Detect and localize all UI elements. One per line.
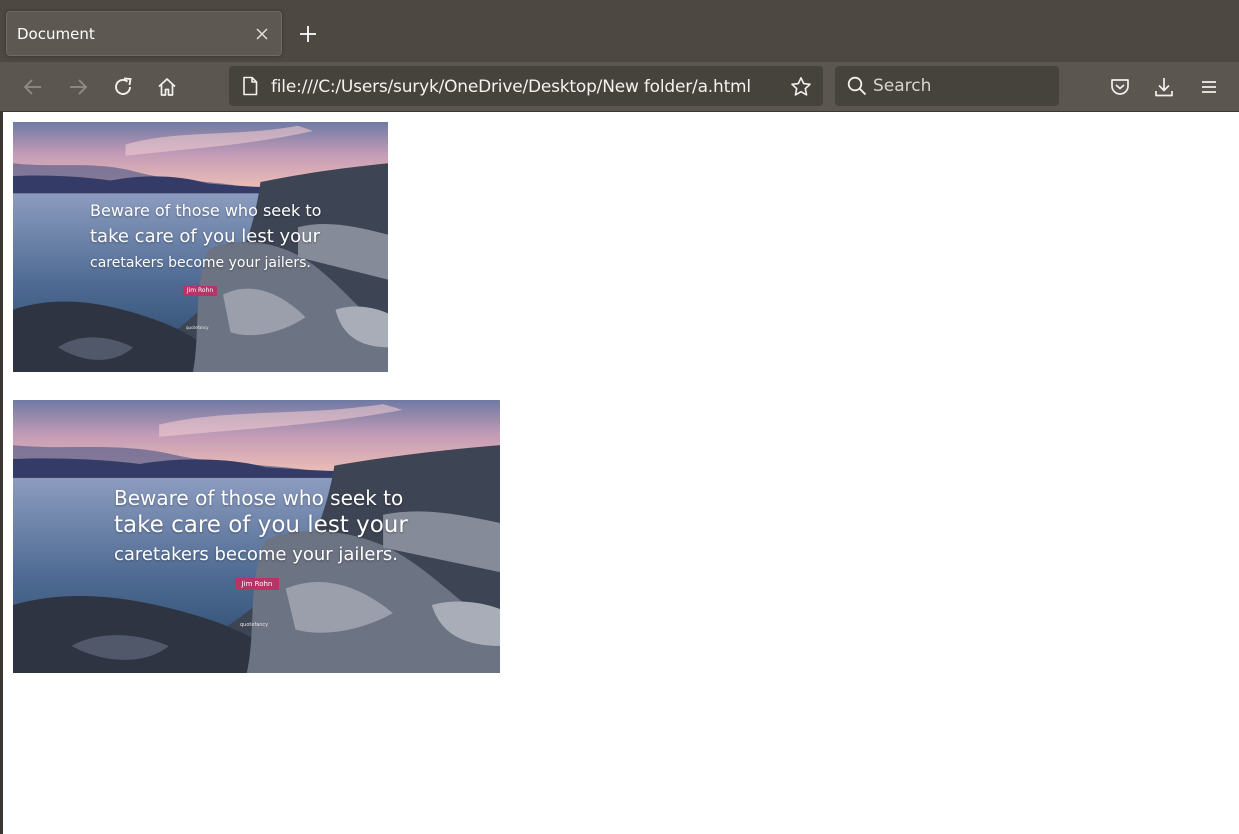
back-arrow-icon[interactable] <box>20 74 46 100</box>
author-badge: Jim Rohn <box>183 286 217 296</box>
window-left-edge <box>0 112 3 834</box>
plus-icon[interactable] <box>296 22 320 46</box>
quote-line-1: Beware of those who seek to <box>90 201 322 220</box>
quote-line-3: caretakers become your jailers. <box>114 544 398 565</box>
author-badge: Jim Rohn <box>235 578 279 590</box>
tab-document[interactable]: Document <box>6 11 282 56</box>
menu-icon[interactable] <box>1196 74 1222 100</box>
search-icon <box>846 75 868 97</box>
reload-icon[interactable] <box>110 74 136 100</box>
pocket-icon[interactable] <box>1107 74 1133 100</box>
seascape-background <box>13 122 388 372</box>
download-icon[interactable] <box>1151 74 1177 100</box>
forward-arrow-icon[interactable] <box>65 74 91 100</box>
search-bar[interactable] <box>835 66 1059 106</box>
tab-bar: Document <box>0 0 1239 62</box>
search-input[interactable] <box>873 74 1053 98</box>
tab-title: Document <box>17 25 95 43</box>
quote-line-2: take care of you lest your <box>114 512 408 538</box>
url-text[interactable]: file:///C:/Users/suryk/OneDrive/Desktop/… <box>271 77 751 97</box>
quote-image-small: Beware of those who seek to take care of… <box>13 122 388 372</box>
quote-line-2: take care of you lest your <box>90 226 320 247</box>
navigation-toolbar: file:///C:/Users/suryk/OneDrive/Desktop/… <box>0 62 1239 112</box>
page-icon[interactable] <box>240 76 260 96</box>
address-bar[interactable]: file:///C:/Users/suryk/OneDrive/Desktop/… <box>229 66 823 106</box>
home-icon[interactable] <box>154 74 180 100</box>
quote-line-1: Beware of those who seek to <box>114 486 404 510</box>
brand-watermark: quotefancy <box>240 622 269 628</box>
quote-line-3: caretakers become your jailers. <box>90 255 311 271</box>
quote-image-large: Beware of those who seek to take care of… <box>13 400 500 673</box>
star-icon[interactable] <box>790 76 812 98</box>
close-icon[interactable] <box>252 24 272 44</box>
brand-watermark: quotefancy <box>186 325 209 330</box>
